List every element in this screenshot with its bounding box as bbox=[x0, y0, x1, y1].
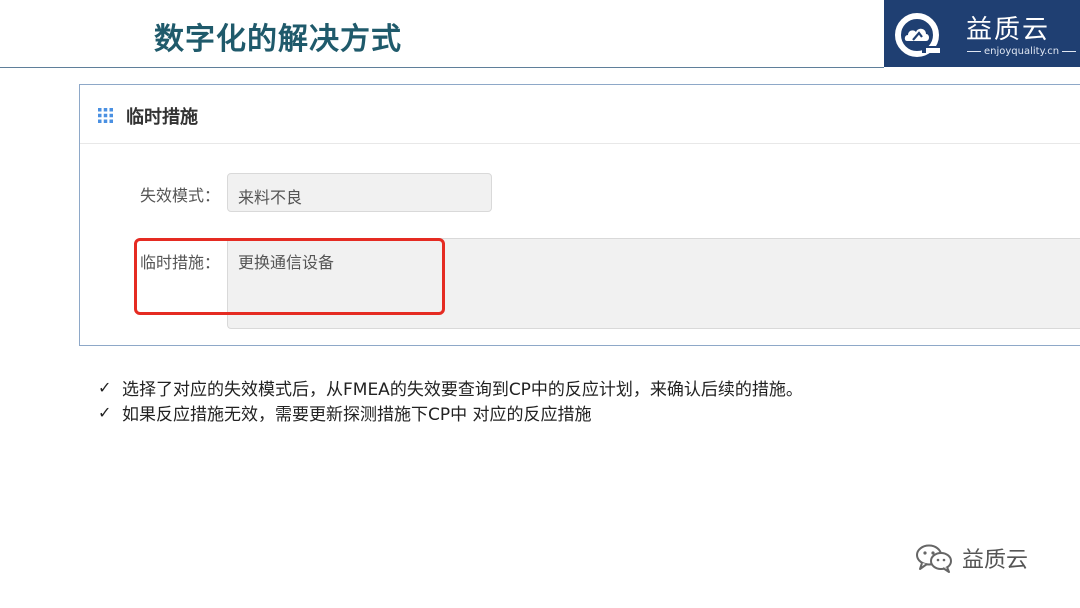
highlight-frame bbox=[134, 238, 445, 315]
wechat-watermark: 益质云 bbox=[914, 542, 1028, 574]
check-icon: ✓ bbox=[98, 378, 112, 397]
title-divider bbox=[0, 67, 884, 68]
cloud-logo-icon bbox=[895, 13, 940, 57]
bullet-list: ✓ 选择了对应的失效模式后，从FMEA的失效要查询到CP中的反应计划，来确认后续… bbox=[98, 375, 803, 425]
list-item: ✓ 选择了对应的失效模式后，从FMEA的失效要查询到CP中的反应计划，来确认后续… bbox=[98, 375, 803, 400]
bullet-text: 如果反应措施无效，需要更新探测措施下CP中 对应的反应措施 bbox=[122, 405, 592, 425]
logo-name: 益质云 bbox=[966, 15, 1051, 45]
check-icon: ✓ bbox=[98, 403, 112, 422]
wechat-icon bbox=[916, 544, 952, 573]
watermark-text: 益质云 bbox=[962, 548, 1029, 573]
bullet-text: 选择了对应的失效模式后，从FMEA的失效要查询到CP中的反应计划，来确认后续的措… bbox=[122, 380, 803, 400]
panel-title: 临时措施 bbox=[126, 107, 198, 128]
failure-mode-field[interactable]: 来料不良 bbox=[227, 173, 492, 212]
brand-logo: 益质云 enjoyquality.cn bbox=[884, 0, 1080, 67]
slide-title: 数字化的解决方式 bbox=[154, 22, 402, 57]
failure-mode-label: 失效模式： bbox=[139, 186, 220, 205]
grid-icon bbox=[98, 108, 113, 123]
list-item: ✓ 如果反应措施无效，需要更新探测措施下CP中 对应的反应措施 bbox=[98, 400, 803, 425]
logo-domain: enjoyquality.cn bbox=[964, 46, 1079, 57]
panel-header: 临时措施 bbox=[80, 85, 1080, 144]
